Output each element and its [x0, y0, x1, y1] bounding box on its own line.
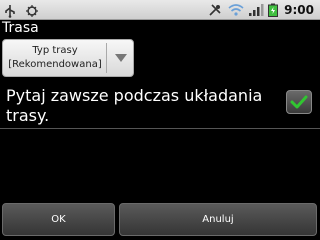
wifi-icon — [228, 3, 244, 17]
dropdown-label: Typ trasy — [32, 45, 78, 56]
battery-icon — [268, 3, 279, 17]
status-bar: 9:00 — [0, 0, 320, 20]
gps-icon — [208, 3, 222, 17]
check-icon — [290, 95, 308, 109]
cancel-button[interactable]: Anuluj — [119, 203, 317, 236]
status-time: 9:00 — [284, 2, 314, 17]
usb-icon — [3, 3, 17, 18]
debug-icon — [25, 3, 39, 17]
dropdown-text: Typ trasy [Rekomendowana] — [3, 44, 107, 72]
always-ask-label: Pytaj zawsze podczas układania trasy. — [6, 86, 263, 125]
divider — [0, 128, 320, 129]
dropdown-value: [Rekomendowana] — [8, 59, 102, 70]
always-ask-checkbox[interactable] — [286, 90, 312, 114]
status-bar-right: 9:00 — [208, 0, 314, 19]
status-bar-left — [3, 0, 39, 19]
ok-button[interactable]: OK — [2, 203, 115, 236]
route-type-dropdown[interactable]: Typ trasy [Rekomendowana] — [2, 39, 134, 77]
dialog-title: Trasa — [2, 20, 39, 36]
chevron-down-icon — [115, 54, 127, 62]
signal-icon — [248, 3, 264, 17]
dropdown-separator — [106, 43, 107, 73]
